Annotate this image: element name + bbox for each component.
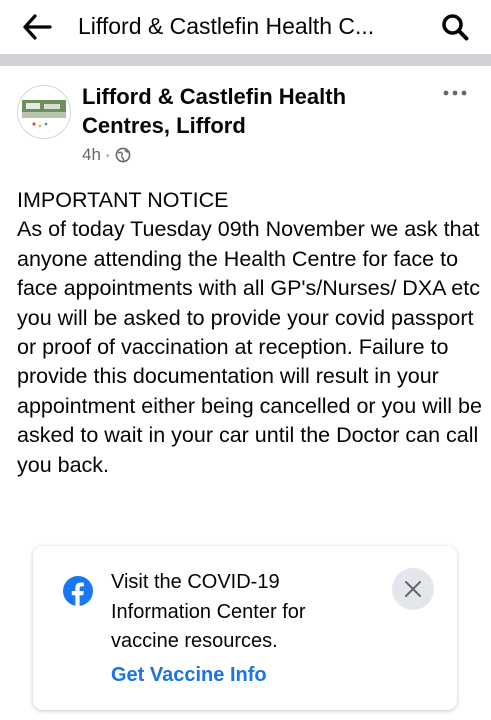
facebook-icon: [63, 576, 93, 606]
covid-info-card: Visit the COVID-19 Information Center fo…: [33, 546, 457, 710]
arrow-left-icon: [23, 14, 52, 40]
post-options-button[interactable]: [441, 86, 469, 100]
post-author-name[interactable]: Lifford & Castlefin Health Centres, Liff…: [82, 82, 412, 140]
search-icon: [442, 14, 469, 41]
avatar[interactable]: [17, 85, 71, 139]
globe-icon: [115, 147, 130, 163]
dismiss-card-button[interactable]: [392, 568, 434, 610]
post-timestamp[interactable]: 4h: [82, 145, 101, 165]
post-heading: IMPORTANT NOTICE: [17, 188, 229, 212]
search-button[interactable]: [440, 12, 470, 42]
post-meta: 4h ·: [82, 144, 131, 166]
post-body-text: As of today Tuesday 09th November we ask…: [17, 217, 482, 477]
covid-card-message: Visit the COVID-19 Information Center fo…: [111, 571, 306, 652]
page-profile-image: [18, 86, 70, 138]
top-bar: Lifford & Castlefin Health C...: [0, 0, 491, 54]
meta-separator: ·: [104, 145, 111, 164]
close-icon: [405, 581, 421, 597]
more-horizontal-icon: [443, 90, 467, 96]
header-divider: [0, 54, 491, 66]
post-text: IMPORTANT NOTICE As of today Tuesday 09t…: [17, 186, 482, 480]
get-vaccine-info-link[interactable]: Get Vaccine Info: [111, 661, 267, 690]
page-title: Lifford & Castlefin Health C...: [78, 13, 375, 39]
back-button[interactable]: [22, 13, 52, 41]
